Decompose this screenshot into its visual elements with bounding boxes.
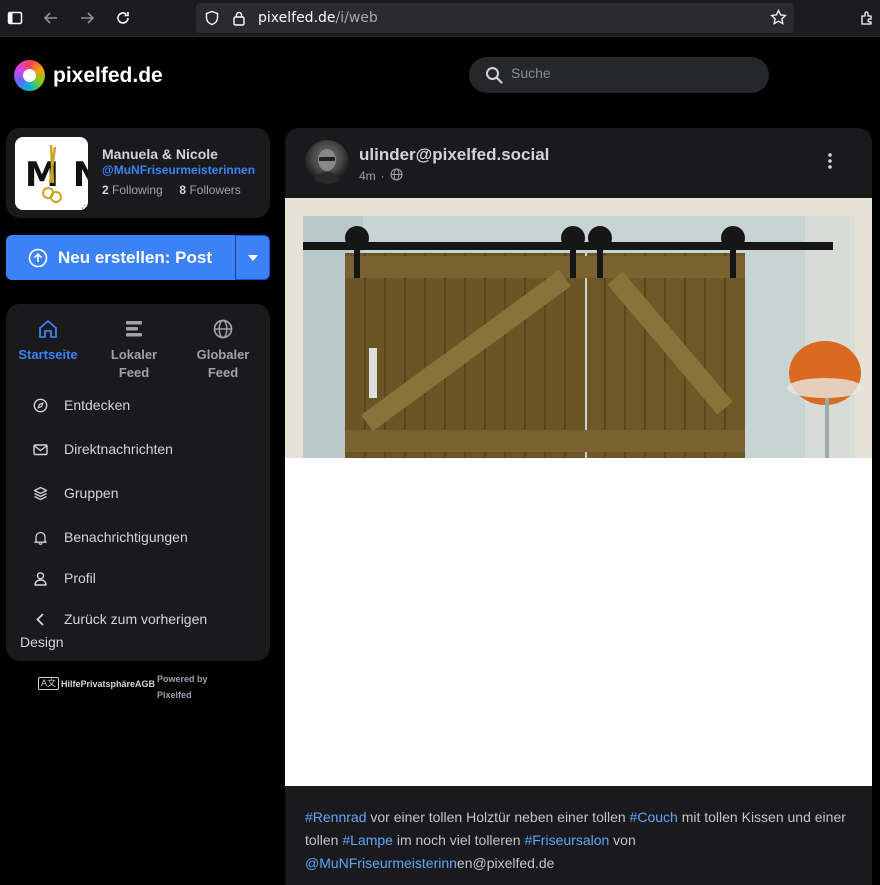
pixelfed-logo-icon [14, 60, 45, 91]
mention-link[interactable]: @MuNFriseurmeisterinn [305, 855, 457, 871]
powered-by-line-2: Pixelfed [157, 690, 192, 700]
profile-stats: 2 Following 8 Followers [102, 183, 241, 197]
caption-text: vor einer tollen Holztür neben einer tol… [366, 809, 630, 825]
profile-name[interactable]: Manuela & Nicole [102, 146, 218, 162]
stream-icon [94, 316, 174, 342]
public-globe-icon [390, 168, 403, 184]
brand-name: pixelfed.de [53, 63, 163, 87]
sidebar-footer: A文 HilfePrivatsphäreAGB Powered by Pixel… [38, 671, 208, 703]
search-box[interactable] [469, 57, 769, 93]
forward-arrow-icon[interactable] [75, 6, 99, 30]
create-dropdown-button[interactable] [235, 235, 270, 280]
tab-global-label-1: Globaler [196, 347, 250, 362]
plus-circle-icon [28, 248, 48, 267]
caret-down-icon [247, 254, 258, 261]
browser-toolbar: pixelfed.de/i/web [0, 0, 880, 37]
post-caption: #Rennrad vor einer tollen Holztür neben … [305, 806, 855, 875]
powered-by-line-1: Powered by [157, 674, 208, 684]
menu-messages[interactable]: Direktnachrichten [20, 437, 260, 461]
user-icon [32, 570, 48, 586]
extensions-icon[interactable] [854, 6, 878, 30]
brand-logo[interactable]: pixelfed.de [14, 60, 163, 91]
search-icon [485, 66, 503, 89]
tab-local-label-1: Lokaler [110, 347, 158, 362]
post-card: ulinder@pixelfed.social 4m · #Rennrad vo… [285, 128, 872, 885]
navigation-card: Startseite Lokaler Feed Globaler Feed En… [6, 304, 270, 661]
tab-global-feed[interactable]: Globaler Feed [183, 316, 263, 382]
url-text: pixelfed.de/i/web [258, 10, 378, 26]
language-selector[interactable]: A文 [38, 677, 60, 690]
menu-groups-label: Gruppen [64, 485, 119, 501]
back-arrow-icon[interactable] [39, 6, 63, 30]
layers-icon [32, 485, 48, 501]
hashtag-link[interactable]: #Rennrad [305, 809, 367, 825]
menu-messages-label: Direktnachrichten [64, 441, 173, 457]
tab-home-feed[interactable]: Startseite [8, 316, 88, 364]
menu-notifications-label: Benachrichtigungen [64, 529, 188, 545]
post-photo-area [285, 458, 872, 786]
bell-icon [32, 529, 48, 545]
menu-groups[interactable]: Gruppen [20, 481, 260, 505]
menu-discover[interactable]: Entdecken [20, 393, 260, 417]
avatar[interactable]: MN [15, 137, 88, 210]
envelope-icon [32, 441, 48, 457]
address-bar[interactable]: pixelfed.de/i/web [196, 3, 794, 33]
tab-local-label-2: Feed [118, 365, 150, 380]
tab-global-label-2: Feed [207, 365, 239, 380]
menu-back-to-old-design[interactable]: Zurück zum vorherigen [20, 607, 260, 631]
sidebar-toggle-icon[interactable] [3, 6, 27, 30]
menu-discover-label: Entdecken [64, 397, 131, 413]
tab-local-feed[interactable]: Lokaler Feed [94, 316, 174, 382]
post-options-icon[interactable] [827, 152, 833, 175]
post-timestamp[interactable]: 4m [359, 169, 376, 183]
caption-text: im noch viel tolleren [392, 832, 525, 848]
chevron-left-icon [32, 611, 48, 627]
settings-gear-icon[interactable] [78, 200, 88, 210]
powered-by: Powered by Pixelfed [157, 671, 208, 703]
scissors-icon [42, 144, 62, 203]
post-author-username[interactable]: ulinder@pixelfed.social [359, 145, 549, 165]
home-icon [8, 316, 88, 342]
post-photo[interactable] [285, 198, 872, 458]
globe-icon [183, 316, 263, 342]
hashtag-link[interactable]: #Couch [630, 809, 678, 825]
profile-card: MN Manuela & Nicole @MuNFriseurmeisterin… [6, 128, 270, 218]
menu-back-label-1: Zurück zum vorherigen [64, 611, 208, 627]
lock-icon[interactable] [232, 10, 246, 31]
following-link[interactable]: 2 Following [102, 183, 163, 197]
meta-separator: · [380, 169, 385, 183]
hashtag-link[interactable]: #Lampe [342, 832, 393, 848]
footer-links[interactable]: HilfePrivatsphäreAGB [61, 679, 155, 689]
hashtag-link[interactable]: #Friseursalon [524, 832, 609, 848]
post-author-avatar[interactable] [305, 140, 349, 184]
create-post-button[interactable]: Neu erstellen: Post [6, 235, 236, 280]
search-input[interactable] [511, 65, 751, 81]
menu-profile[interactable]: Profil [20, 566, 260, 590]
reload-icon[interactable] [111, 6, 135, 30]
compass-icon [32, 397, 48, 413]
menu-profile-label: Profil [64, 570, 96, 586]
profile-handle[interactable]: @MuNFriseurmeisterinnen [102, 163, 255, 177]
caption-text: en@pixelfed.de [456, 855, 555, 871]
bookmark-star-icon[interactable] [770, 8, 787, 31]
menu-notifications[interactable]: Benachrichtigungen [20, 525, 260, 549]
caption-text: von [609, 832, 636, 848]
create-post-label: Neu erstellen: Post [58, 247, 212, 267]
tab-home-label: Startseite [18, 347, 78, 362]
menu-back-label-2[interactable]: Design [20, 634, 64, 650]
followers-link[interactable]: 8 Followers [179, 183, 240, 197]
post-meta: 4m · [359, 168, 403, 184]
shield-icon[interactable] [204, 10, 220, 31]
